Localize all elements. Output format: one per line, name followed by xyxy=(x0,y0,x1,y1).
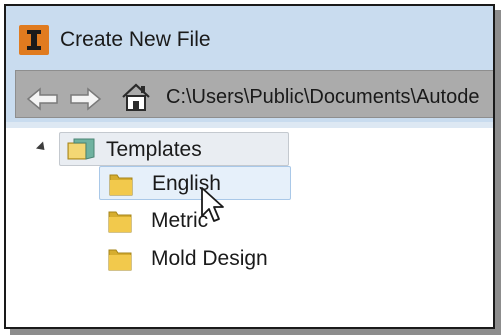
create-new-file-dialog: Create New File C:\Users\Public\Document… xyxy=(4,4,495,329)
folder-icon xyxy=(107,208,133,239)
window-title: Create New File xyxy=(60,28,211,51)
title-bar[interactable]: Create New File xyxy=(6,6,493,64)
tree-item-metric[interactable]: Metric xyxy=(99,204,299,236)
expand-collapse-icon[interactable] xyxy=(35,141,49,154)
tree-item-templates[interactable]: Templates xyxy=(59,132,289,166)
folder-icon xyxy=(66,137,96,166)
home-icon[interactable] xyxy=(120,82,152,117)
folder-icon xyxy=(107,246,133,277)
tree-item-english[interactable]: English xyxy=(99,166,291,200)
forward-arrow-icon[interactable] xyxy=(68,86,102,117)
path-text: C:\Users\Public\Documents\Autode xyxy=(166,86,480,108)
template-tree: Templates English Metric Mold Design xyxy=(6,128,493,327)
tree-item-label: Mold Design xyxy=(151,247,268,270)
back-arrow-icon[interactable] xyxy=(26,86,60,117)
tree-item-label: Templates xyxy=(106,138,202,161)
address-bar: C:\Users\Public\Documents\Autode xyxy=(6,64,493,122)
mouse-pointer-icon xyxy=(200,186,226,231)
autodesk-inventor-icon xyxy=(19,25,49,55)
folder-icon xyxy=(108,171,134,202)
address-field[interactable]: C:\Users\Public\Documents\Autode xyxy=(15,70,493,118)
tree-item-mold-design[interactable]: Mold Design xyxy=(99,242,299,274)
